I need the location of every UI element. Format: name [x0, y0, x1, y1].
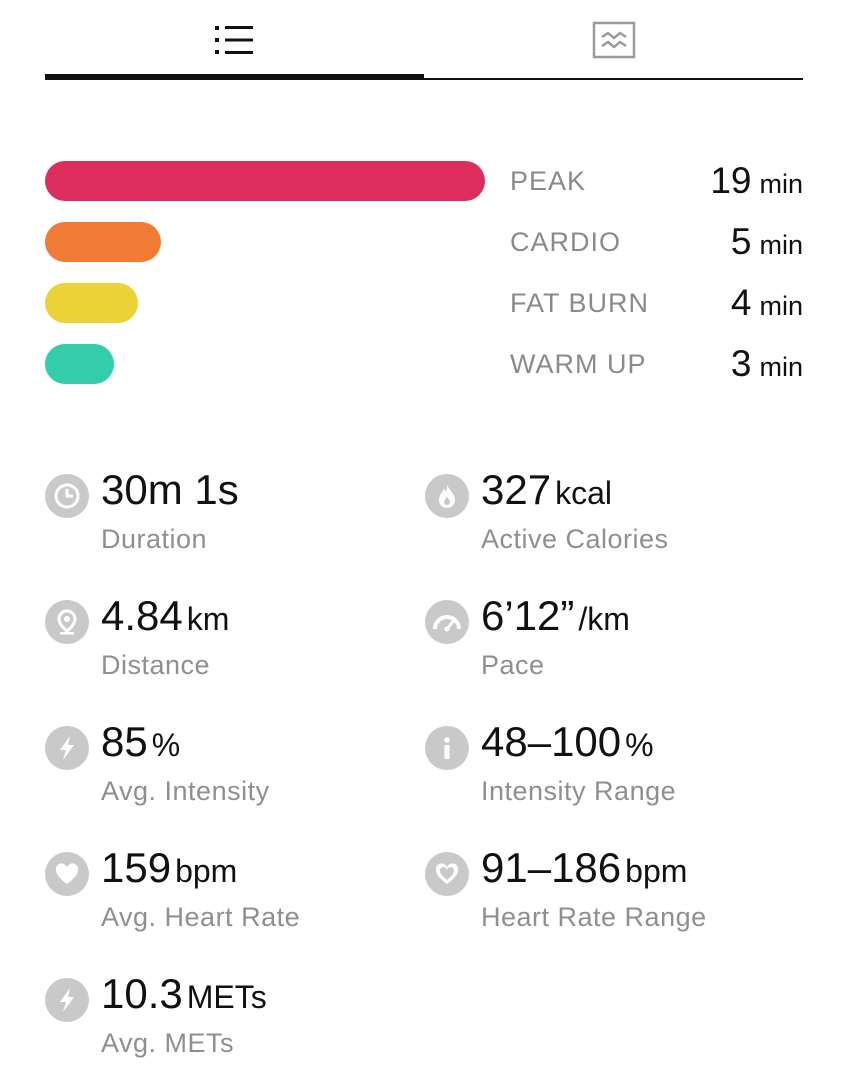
zone-bar: [45, 161, 485, 201]
heart-range-icon: [425, 852, 469, 896]
lightning-icon: [45, 978, 89, 1022]
stat-label: Active Calories: [481, 524, 669, 554]
stat-label: Heart Rate Range: [481, 902, 707, 932]
zone-label: PEAK: [510, 166, 587, 196]
zone-row-fat-burn: FAT BURN 4 min: [45, 282, 803, 324]
stat-label: Distance: [101, 650, 211, 680]
stat-avg-heart-rate: 159 bpm Avg. Heart Rate: [45, 844, 405, 946]
stat-value: 91–186 bpm: [481, 844, 688, 891]
zone-row-warm-up: WARM UP 3 min: [45, 343, 803, 385]
tab-chart-view[interactable]: [424, 0, 803, 80]
stat-active-calories: 327 kcal Active Calories: [425, 466, 785, 568]
tab-active-indicator: [45, 74, 424, 80]
zone-label: FAT BURN: [510, 288, 650, 318]
stat-value: 48–100%: [481, 718, 654, 765]
stat-value: 159 bpm: [101, 844, 238, 891]
stat-duration: 30m 1s Duration: [45, 466, 405, 568]
stat-label: Intensity Range: [481, 776, 677, 806]
stat-label: Duration: [101, 524, 208, 554]
zone-minutes: 3: [730, 343, 752, 384]
stat-avg-mets: 10.3 METs Avg. METs: [45, 970, 405, 1072]
speedometer-icon: [425, 600, 469, 644]
zone-unit: min: [759, 169, 803, 199]
chart-icon: [592, 21, 635, 59]
clock-icon: [45, 474, 89, 518]
zone-value: 3 min: [731, 343, 803, 385]
tab-bar: [45, 0, 803, 82]
zone-row-peak: PEAK 19 min: [45, 160, 803, 202]
zone-unit: min: [759, 352, 803, 382]
stat-heart-rate-range: 91–186 bpm Heart Rate Range: [425, 844, 785, 946]
stat-label: Avg. METs: [101, 1028, 235, 1058]
tab-list-view[interactable]: [45, 0, 424, 80]
stat-intensity-range: 48–100% Intensity Range: [425, 718, 785, 820]
zone-bar: [45, 283, 138, 323]
zone-row-cardio: CARDIO 5 min: [45, 221, 803, 263]
zone-value: 19 min: [710, 160, 803, 202]
zone-unit: min: [759, 291, 803, 321]
stat-avg-intensity: 85% Avg. Intensity: [45, 718, 405, 820]
heart-icon: [45, 852, 89, 896]
location-pin-icon: [45, 600, 89, 644]
info-icon: [425, 726, 469, 770]
stat-value: 30m 1s: [101, 466, 239, 513]
zone-label: CARDIO: [510, 227, 622, 257]
zone-minutes: 19: [710, 160, 752, 201]
zone-bar: [45, 222, 161, 262]
zone-unit: min: [759, 230, 803, 260]
stat-value: 327 kcal: [481, 466, 612, 513]
stat-label: Avg. Heart Rate: [101, 902, 301, 932]
zone-minutes: 5: [730, 221, 752, 262]
zone-label: WARM UP: [510, 349, 647, 379]
zone-value: 5 min: [731, 221, 803, 263]
flame-icon: [425, 474, 469, 518]
stat-value: 85%: [101, 718, 181, 765]
zone-value: 4 min: [731, 282, 803, 324]
stat-label: Pace: [481, 650, 545, 680]
zone-minutes: 4: [730, 282, 752, 323]
stat-pace: 6’12”/km Pace: [425, 592, 785, 694]
stat-value: 4.84 km: [101, 592, 230, 639]
stat-distance: 4.84 km Distance: [45, 592, 405, 694]
lightning-icon: [45, 726, 89, 770]
stat-value: 10.3 METs: [101, 970, 267, 1017]
stat-label: Avg. Intensity: [101, 776, 270, 806]
zone-bar: [45, 344, 114, 384]
stat-value: 6’12”/km: [481, 592, 630, 639]
list-icon: [214, 26, 253, 54]
